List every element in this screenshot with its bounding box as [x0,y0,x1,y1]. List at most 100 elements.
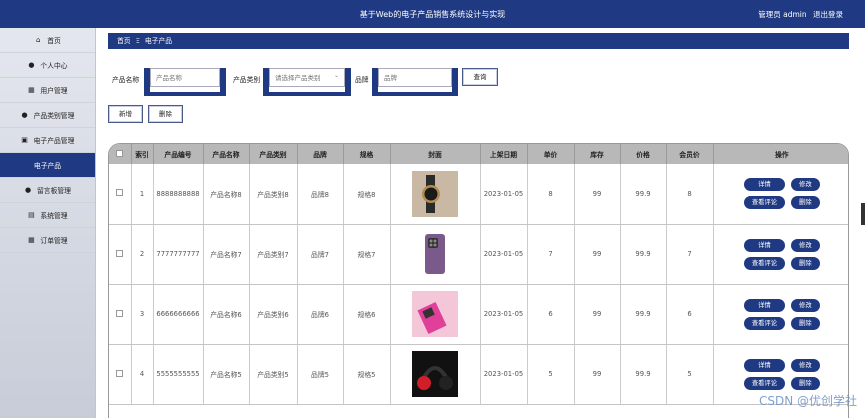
delete-row-button[interactable]: 删除 [791,316,820,330]
view-comments-button[interactable]: 查看评论 [743,256,786,270]
cell-brand: 品牌5 [297,344,344,405]
col-header: 价格 [620,144,667,164]
cell-name: 产品名称5 [203,344,250,405]
delete-selected-button[interactable]: 删除 [148,105,183,123]
cell-index: 4 [131,344,154,405]
edit-button[interactable]: 修改 [791,238,820,252]
sidebar-item-home[interactable]: ⌂ 首页 [0,28,95,53]
cover-image [412,291,458,337]
search-bar: 产品名称 产品类别 ⌄ 品牌 查询 [96,68,865,98]
cell-index: 2 [131,224,154,285]
brand-label: 品牌 [355,76,369,84]
table-row: 3 6666666666 产品名称6 产品类别6 品牌6 规格6 2023-01-05 6 99… [109,284,848,345]
col-header: 产品名称 [203,144,250,164]
cell-brand: 品牌6 [297,284,344,345]
sidebar-item-profile[interactable]: ● 个人中心 [0,53,95,78]
delete-row-button[interactable]: 删除 [791,196,820,210]
sidebar-item-orders[interactable]: ▦ 订单管理 [0,228,95,253]
cell-code: 8888888888 [153,164,204,225]
edit-button[interactable]: 修改 [791,358,820,372]
cell-operations: 详情 修改 查看评论 删除 [713,284,848,345]
watermark-text: CSDN @优创学社 [758,394,857,408]
row-checkbox[interactable] [109,344,132,405]
cell-type: 产品类别5 [249,344,298,405]
cell-stock: 99 [574,164,621,225]
delete-row-button[interactable]: 删除 [791,376,820,390]
cell-type: 产品类别7 [249,224,298,285]
cell-spec: 规格7 [343,224,391,285]
cell-stock: 99 [574,224,621,285]
col-header: 品牌 [297,144,344,164]
add-button[interactable]: 新增 [108,105,143,123]
cell-spec: 规格8 [343,164,391,225]
app-title: 基于Web的电子产品销售系统设计与实现 [359,10,506,19]
cell-index: 3 [131,284,154,345]
col-header: 上架日期 [480,144,528,164]
cell-brand: 品牌7 [297,224,344,285]
brand-field [372,68,458,96]
table-header-row: 索引 产品编号 产品名称 产品类别 品牌 规格 封面 上架日期 单价 库存 价格… [109,144,848,164]
col-header: 库存 [574,144,621,164]
cell-operations: 详情 修改 查看评论 删除 [713,224,848,285]
cell-price: 99.9 [620,164,667,225]
row-checkbox[interactable] [109,284,132,345]
sidebar: ⌂ 首页 ● 个人中心 ▦ 用户管理 ● 产品类别管理 ▣ 电子产品管理 电子产品 ● 留言… [0,28,96,418]
detail-button[interactable]: 详情 [743,178,786,192]
cell-stock: 99 [574,284,621,345]
breadcrumb-home[interactable]: 首页 [117,37,131,45]
name-input[interactable] [150,68,220,87]
breadcrumb-current: 电子产品 [144,37,173,45]
cell-cover [390,344,481,405]
user-area: 管理员 admin 退出登录 [754,9,843,20]
logout-link[interactable]: 退出登录 [813,10,843,19]
cell-date: 2023-01-05 [480,284,528,345]
cell-stock: 99 [574,344,621,405]
detail-button[interactable]: 详情 [743,238,786,252]
cell-cover [390,164,481,225]
user-label: 管理员 admin [758,10,807,19]
view-comments-button[interactable]: 查看评论 [743,316,786,330]
cell-spec: 规格5 [343,344,391,405]
row-checkbox[interactable] [109,164,132,225]
col-header: 封面 [390,144,481,164]
view-comments-button[interactable]: 查看评论 [743,196,786,210]
view-comments-button[interactable]: 查看评论 [743,376,786,390]
sidebar-item-products-admin[interactable]: ▣ 电子产品管理 [0,128,95,153]
top-header: 基于Web的电子产品销售系统设计与实现 管理员 admin 退出登录 [0,0,865,28]
detail-button[interactable]: 详情 [743,358,786,372]
type-field: ⌄ [263,68,351,96]
detail-button[interactable]: 详情 [743,298,786,312]
query-button[interactable]: 查询 [462,68,498,86]
scrollbar[interactable] [861,203,865,225]
cell-price: 99.9 [620,224,667,285]
cell-unit: 6 [527,284,575,345]
edit-button[interactable]: 修改 [791,178,820,192]
sidebar-item-system[interactable]: ▤ 系统管理 [0,203,95,228]
sidebar-item-messages[interactable]: ● 留言板管理 [0,178,95,203]
brand-input[interactable] [378,68,452,87]
col-header: 规格 [343,144,391,164]
delete-row-button[interactable]: 删除 [791,256,820,270]
breadcrumb: 首页 Ξ 电子产品 [108,33,849,49]
grid-icon: ▦ [28,86,35,94]
cell-index: 1 [131,164,154,225]
cell-code: 7777777777 [153,224,204,285]
col-header: 产品类别 [249,144,298,164]
cover-image [412,351,458,397]
cell-unit: 7 [527,224,575,285]
grid-icon: ▦ [28,236,35,244]
breadcrumb-separator: Ξ [135,37,140,45]
cell-price: 99.9 [620,344,667,405]
cell-code: 6666666666 [153,284,204,345]
edit-button[interactable]: 修改 [791,298,820,312]
name-field [144,68,226,96]
row-checkbox[interactable] [109,224,132,285]
sidebar-item-users[interactable]: ▦ 用户管理 [0,78,95,103]
box-icon: ▣ [21,136,28,144]
cell-name: 产品名称8 [203,164,250,225]
select-all-checkbox[interactable] [109,144,132,164]
sidebar-item-categories[interactable]: ● 产品类别管理 [0,103,95,128]
sidebar-item-products[interactable]: 电子产品 [0,153,95,178]
user-icon: ● [28,61,35,69]
cover-image [412,231,458,277]
